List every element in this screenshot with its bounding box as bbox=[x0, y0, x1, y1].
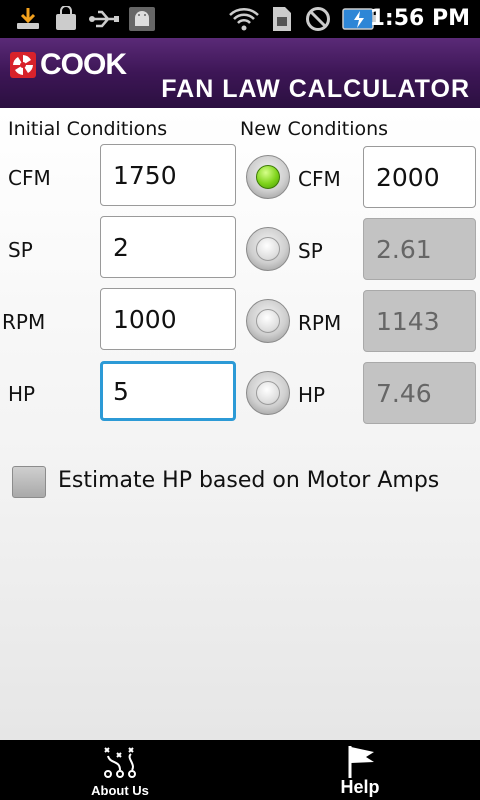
tab-help-label: Help bbox=[340, 777, 380, 797]
play-diagram-icon bbox=[104, 747, 136, 778]
tab-about-us[interactable]: About Us bbox=[60, 740, 180, 800]
brand-name: COOK bbox=[40, 48, 127, 81]
new-hp-result: 7.46 bbox=[363, 362, 476, 424]
new-cfm-label: CFM bbox=[298, 167, 341, 191]
radio-indicator bbox=[256, 381, 280, 405]
initial-sp-label: SP bbox=[8, 238, 33, 262]
wifi-icon bbox=[228, 6, 260, 32]
initial-hp-input[interactable]: 5 bbox=[100, 361, 236, 421]
radio-indicator bbox=[256, 237, 280, 261]
initial-cfm-input[interactable]: 1750 bbox=[100, 144, 236, 206]
sim-icon bbox=[270, 6, 294, 32]
flag-icon bbox=[348, 746, 374, 778]
new-cfm-input[interactable]: 2000 bbox=[363, 146, 476, 208]
shopping-bag-icon bbox=[52, 6, 80, 32]
new-rpm-label: RPM bbox=[298, 311, 342, 335]
android-debug-icon bbox=[128, 6, 156, 32]
cook-logo-icon bbox=[10, 52, 36, 78]
app-title: FAN LAW CALCULATOR bbox=[161, 75, 470, 103]
tab-about-us-label: About Us bbox=[91, 783, 149, 798]
new-conditions-heading: New Conditions bbox=[240, 118, 389, 140]
initial-cfm-label: CFM bbox=[8, 166, 51, 190]
new-sp-label: SP bbox=[298, 239, 323, 263]
radio-indicator bbox=[256, 165, 280, 189]
do-not-disturb-icon bbox=[304, 6, 332, 32]
status-bar: 1:56 PM bbox=[0, 0, 480, 38]
estimate-hp-label[interactable]: Estimate HP based on Motor Amps bbox=[58, 468, 439, 493]
calculator-form: Initial Conditions New Conditions CFM SP… bbox=[0, 108, 480, 740]
initial-sp-input[interactable]: 2 bbox=[100, 216, 236, 278]
radio-indicator bbox=[256, 309, 280, 333]
new-hp-label: HP bbox=[298, 383, 326, 407]
tab-help[interactable]: Help bbox=[310, 740, 410, 800]
app-header: COOK FAN LAW CALCULATOR bbox=[0, 38, 480, 108]
new-sp-radio[interactable] bbox=[246, 227, 290, 271]
clock: 1:56 PM bbox=[369, 6, 470, 31]
initial-rpm-label: RPM bbox=[2, 310, 46, 334]
new-sp-result: 2.61 bbox=[363, 218, 476, 280]
download-icon bbox=[14, 6, 42, 32]
usb-icon bbox=[88, 6, 120, 32]
initial-hp-label: HP bbox=[8, 382, 36, 406]
new-cfm-radio[interactable] bbox=[246, 155, 290, 199]
initial-rpm-input[interactable]: 1000 bbox=[100, 288, 236, 350]
new-rpm-radio[interactable] bbox=[246, 299, 290, 343]
bottom-tab-bar: About Us Help bbox=[0, 740, 480, 800]
new-rpm-result: 1143 bbox=[363, 290, 476, 352]
new-hp-radio[interactable] bbox=[246, 371, 290, 415]
estimate-hp-checkbox[interactable] bbox=[12, 466, 46, 498]
initial-conditions-heading: Initial Conditions bbox=[8, 118, 168, 140]
